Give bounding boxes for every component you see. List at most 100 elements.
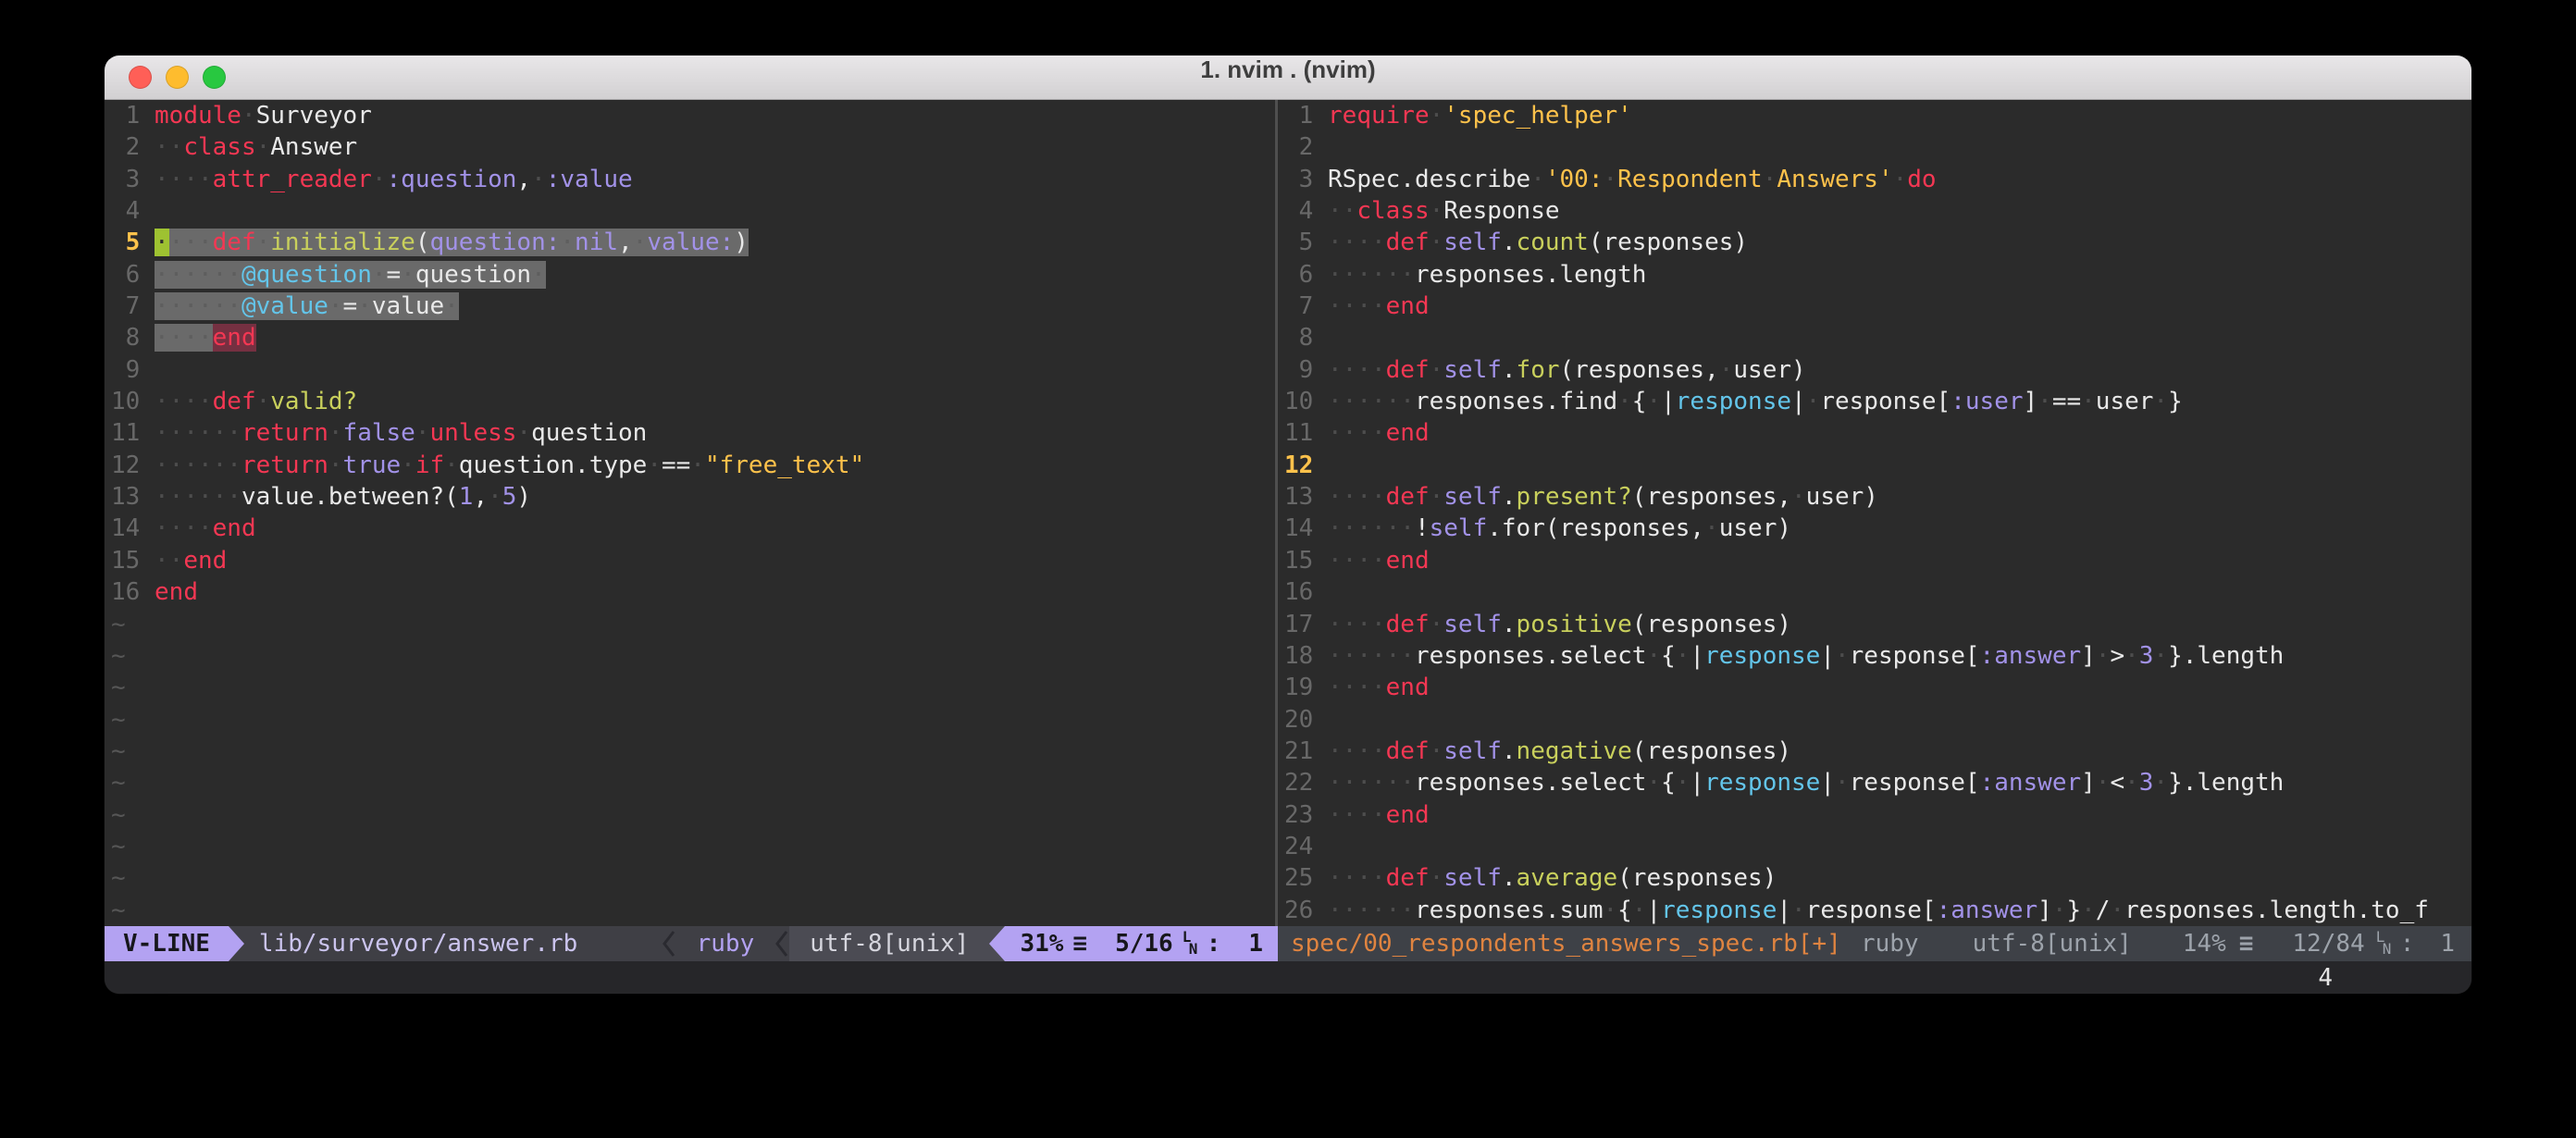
code-line[interactable]: 11 ····end bbox=[1284, 417, 2471, 449]
filetype-indicator: ruby bbox=[676, 926, 775, 961]
code-line[interactable]: 26 ······responses.sum·{·|response|·resp… bbox=[1284, 895, 2471, 926]
code-line[interactable]: 25 ····def·self.average(responses) bbox=[1284, 862, 2471, 894]
code-line[interactable]: 12 ······return·true·if·question.type·==… bbox=[111, 450, 1275, 481]
code-line[interactable]: 9 ····def·self.for(responses,·user) bbox=[1284, 354, 2471, 386]
code-line[interactable]: 22 ······responses.select·{·|response|·r… bbox=[1284, 767, 2471, 798]
cursor-column: 1 bbox=[1248, 926, 1263, 961]
code-text: ······return·false·unless·question bbox=[155, 417, 647, 449]
code-text: ····def·self.negative(responses) bbox=[1328, 736, 1791, 767]
code-line[interactable]: 7 ······@value·=·value· bbox=[111, 291, 1275, 322]
line-number: 5 bbox=[111, 227, 155, 258]
code-line[interactable]: 17 ····def·self.positive(responses) bbox=[1284, 609, 2471, 640]
code-line[interactable]: 19 ····end bbox=[1284, 672, 2471, 703]
code-line[interactable]: 24 bbox=[1284, 831, 2471, 862]
statusline-inactive: spec/00_respondents_answers_spec.rb[+] r… bbox=[1278, 926, 2471, 961]
code-line[interactable]: 9 bbox=[111, 354, 1275, 386]
titlebar[interactable]: 1. nvim . (nvim) bbox=[105, 56, 2471, 100]
code-line[interactable]: 5 ····def·initialize(question:·nil,·valu… bbox=[111, 227, 1275, 258]
code-line[interactable]: 8 bbox=[1284, 322, 2471, 353]
code-text: ····def·self.positive(responses) bbox=[1328, 609, 1791, 640]
code-text: ····end bbox=[155, 513, 256, 544]
code-line[interactable]: 4 bbox=[111, 195, 1275, 227]
code-text: ······!self.for(responses,·user) bbox=[1328, 513, 1791, 544]
line-number: 24 bbox=[1284, 831, 1328, 862]
code-line[interactable]: 3 RSpec.describe·'00:·Respondent·Answers… bbox=[1284, 164, 2471, 195]
code-line[interactable]: 7 ····end bbox=[1284, 291, 2471, 322]
code-line[interactable]: 1 require·'spec_helper' bbox=[1284, 100, 2471, 131]
code-line[interactable]: 16 end bbox=[111, 576, 1275, 608]
code-line[interactable]: 6 ······@question·=·question· bbox=[111, 259, 1275, 291]
code-line[interactable]: 18 ······responses.select·{·|response|·r… bbox=[1284, 640, 2471, 672]
code-line[interactable]: 4 ··class·Response bbox=[1284, 195, 2471, 227]
line-number: 9 bbox=[111, 354, 155, 386]
code-line[interactable]: 14 ······!self.for(responses,·user) bbox=[1284, 513, 2471, 544]
code-line[interactable]: 6 ······responses.length bbox=[1284, 259, 2471, 291]
line-number: 8 bbox=[1284, 322, 1328, 353]
pending-command: 4 bbox=[2318, 962, 2333, 994]
code-line[interactable]: 16 bbox=[1284, 576, 2471, 608]
editor-area: 1 module·Surveyor 2 ··class·Answer 3 ···… bbox=[105, 100, 2471, 926]
code-text: ··class·Response bbox=[1328, 195, 1560, 227]
code-line[interactable]: 1 module·Surveyor bbox=[111, 100, 1275, 131]
code-line[interactable]: 15 ····end bbox=[1284, 545, 2471, 576]
close-button[interactable] bbox=[129, 66, 152, 89]
line-number: 4 bbox=[1284, 195, 1328, 227]
code-line[interactable]: 13 ······value.between?(1,·5) bbox=[111, 481, 1275, 513]
line-number: 9 bbox=[1284, 354, 1328, 386]
code-line[interactable]: 15 ··end bbox=[111, 545, 1275, 576]
cursor-position: 12/84 bbox=[2292, 926, 2364, 961]
line-number: 5 bbox=[1284, 227, 1328, 258]
statusline-active: V-LINE lib/surveyor/answer.rb ruby utf-8… bbox=[105, 926, 1278, 961]
scroll-percent: 31% bbox=[1020, 926, 1063, 961]
terminal-window[interactable]: 1. nvim . (nvim) 1 module·Surveyor 2 ··c… bbox=[105, 56, 2471, 994]
code-text: ····def·self.for(responses,·user) bbox=[1328, 354, 1806, 386]
code-line[interactable]: 2 ··class·Answer bbox=[111, 131, 1275, 163]
line-number: 25 bbox=[1284, 862, 1328, 894]
line-number: 14 bbox=[1284, 513, 1328, 544]
encoding-indicator: utf-8[unix] bbox=[789, 926, 989, 961]
code-line[interactable]: 5 ····def·self.count(responses) bbox=[1284, 227, 2471, 258]
line-number-icon: LN bbox=[2376, 930, 2391, 958]
code-text: ····attr_reader·:question,·:value bbox=[155, 164, 633, 195]
code-line[interactable]: 12 bbox=[1284, 450, 2471, 481]
code-line[interactable]: 13 ····def·self.present?(responses,·user… bbox=[1284, 481, 2471, 513]
code-text: module·Surveyor bbox=[155, 100, 372, 131]
editor-pane-left[interactable]: 1 module·Surveyor 2 ··class·Answer 3 ···… bbox=[105, 100, 1275, 926]
line-number: 20 bbox=[1284, 704, 1328, 736]
tilde-marker: ~ bbox=[111, 895, 155, 926]
buffer-lines-icon: ≡ bbox=[1072, 926, 1087, 961]
code-line[interactable]: 21 ····def·self.negative(responses) bbox=[1284, 736, 2471, 767]
code-line[interactable]: 10 ····def·valid? bbox=[111, 386, 1275, 417]
filetype-indicator: ruby bbox=[1861, 926, 1919, 961]
editor-pane-right[interactable]: 1 require·'spec_helper' 2 3 RSpec.descri… bbox=[1278, 100, 2471, 926]
command-line[interactable]: 4 bbox=[105, 961, 2471, 994]
buffer-lines-icon: ≡ bbox=[2239, 926, 2254, 961]
tilde-marker: ~ bbox=[111, 640, 155, 672]
code-line[interactable]: 20 bbox=[1284, 704, 2471, 736]
code-text: ····def·self.average(responses) bbox=[1328, 862, 1777, 894]
code-line[interactable]: 10 ······responses.find·{·|response|·res… bbox=[1284, 386, 2471, 417]
code-line[interactable]: 3 ····attr_reader·:question,·:value bbox=[111, 164, 1275, 195]
line-number: 19 bbox=[1284, 672, 1328, 703]
empty-buffer-line: ~ bbox=[111, 736, 1275, 767]
line-number: 18 bbox=[1284, 640, 1328, 672]
code-line[interactable]: 2 bbox=[1284, 131, 2471, 163]
empty-buffer-line: ~ bbox=[111, 609, 1275, 640]
code-line[interactable]: 14 ····end bbox=[111, 513, 1275, 544]
line-number: 6 bbox=[111, 259, 155, 291]
traffic-lights bbox=[129, 66, 226, 89]
code-line[interactable]: 8 ····end bbox=[111, 322, 1275, 353]
minimize-button[interactable] bbox=[166, 66, 189, 89]
code-text: ····end bbox=[1328, 545, 1430, 576]
code-text: ····end bbox=[1328, 672, 1430, 703]
code-line[interactable]: 11 ······return·false·unless·question bbox=[111, 417, 1275, 449]
code-text: ····end bbox=[1328, 291, 1430, 322]
scroll-percent: 14% bbox=[2183, 926, 2226, 961]
line-number: 16 bbox=[111, 576, 155, 608]
line-number: 13 bbox=[111, 481, 155, 513]
code-line[interactable]: 23 ····end bbox=[1284, 799, 2471, 831]
tilde-marker: ~ bbox=[111, 831, 155, 862]
line-number: 7 bbox=[111, 291, 155, 322]
code-text: require·'spec_helper' bbox=[1328, 100, 1632, 131]
zoom-button[interactable] bbox=[203, 66, 226, 89]
